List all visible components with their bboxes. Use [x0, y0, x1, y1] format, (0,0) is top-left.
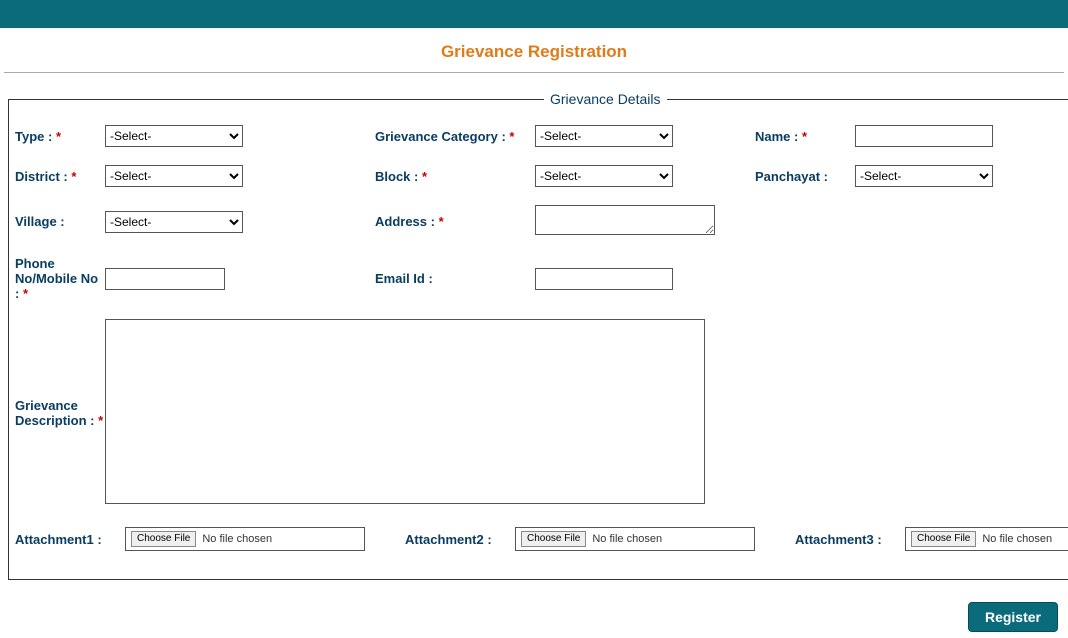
label-phone: Phone No/Mobile No : * — [15, 256, 105, 301]
label-email: Email Id : — [375, 271, 535, 286]
label-block: Block : * — [375, 169, 535, 184]
address-textarea[interactable] — [535, 205, 715, 235]
label-village: Village : — [15, 214, 105, 229]
choose-file-button-3[interactable]: Choose File — [911, 531, 976, 547]
register-wrap: Register — [0, 588, 1068, 638]
label-address: Address : * — [375, 214, 535, 229]
register-button[interactable]: Register — [968, 602, 1058, 632]
type-select[interactable]: -Select- — [105, 125, 243, 147]
content-area: Grievance Details Type : * -Select- Grie… — [0, 73, 1068, 588]
panchayat-select[interactable]: -Select- — [855, 165, 993, 187]
top-banner — [0, 0, 1068, 28]
description-textarea[interactable] — [105, 319, 705, 504]
block-select[interactable]: -Select- — [535, 165, 673, 187]
label-attachment3: Attachment3 : — [795, 532, 905, 547]
attachments-row: Attachment1 : Choose File No file chosen… — [15, 527, 1068, 551]
label-type: Type : * — [15, 129, 105, 144]
label-description: Grievance Description : * — [15, 398, 105, 428]
page-title: Grievance Registration — [4, 30, 1064, 73]
district-select[interactable]: -Select- — [105, 165, 243, 187]
file-status-1: No file chosen — [202, 533, 272, 545]
attachment3-input[interactable]: Choose File No file chosen — [905, 527, 1068, 551]
label-category: Grievance Category : * — [375, 129, 535, 144]
label-attachment1: Attachment1 : — [15, 532, 125, 547]
form-grid: Type : * -Select- Grievance Category : *… — [15, 125, 1068, 507]
name-input[interactable] — [855, 125, 993, 147]
fieldset-legend: Grievance Details — [544, 91, 667, 107]
file-status-3: No file chosen — [982, 533, 1052, 545]
phone-input[interactable] — [105, 268, 225, 290]
choose-file-button-1[interactable]: Choose File — [131, 531, 196, 547]
attachment2-input[interactable]: Choose File No file chosen — [515, 527, 755, 551]
label-panchayat: Panchayat : — [755, 169, 855, 184]
label-attachment2: Attachment2 : — [405, 532, 515, 547]
grievance-fieldset: Grievance Details Type : * -Select- Grie… — [8, 91, 1068, 580]
category-select[interactable]: -Select- — [535, 125, 673, 147]
email-input[interactable] — [535, 268, 673, 290]
choose-file-button-2[interactable]: Choose File — [521, 531, 586, 547]
attachment1-input[interactable]: Choose File No file chosen — [125, 527, 365, 551]
label-district: District : * — [15, 169, 105, 184]
label-name: Name : * — [755, 129, 855, 144]
village-select[interactable]: -Select- — [105, 211, 243, 233]
file-status-2: No file chosen — [592, 533, 662, 545]
